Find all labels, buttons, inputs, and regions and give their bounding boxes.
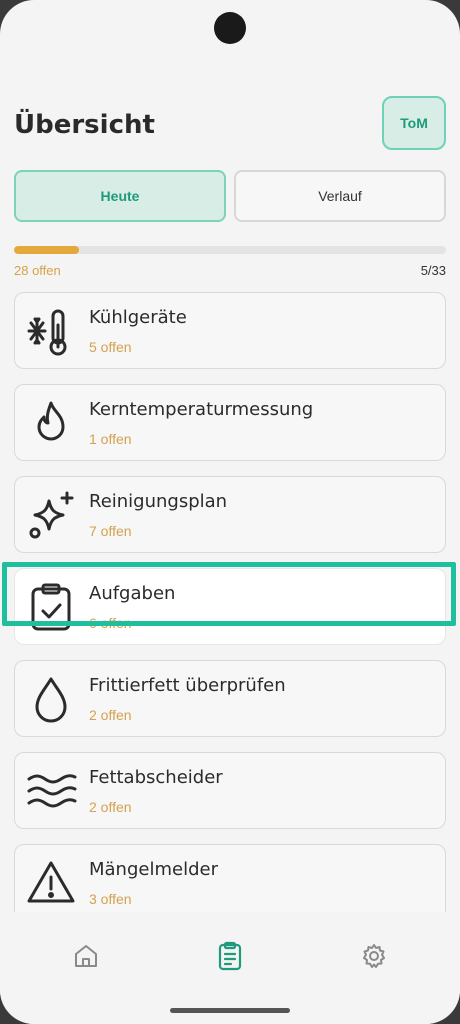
list-item-maengelmelder[interactable]: Mängelmelder 3 offen [14,844,446,921]
tab-verlauf[interactable]: Verlauf [234,170,446,222]
nav-tasks[interactable] [210,936,250,976]
item-label: Frittierfett überprüfen [89,675,286,696]
list-item-frittierfett[interactable]: Frittierfett überprüfen 2 offen [14,660,446,737]
list-item-kuehlgeraete[interactable]: Kühlgeräte 5 offen [14,292,446,369]
item-count: 3 offen [89,891,132,907]
phone-screen: Übersicht ToM Heute Verlauf 28 offen 5/3… [0,0,460,1024]
item-count: 7 offen [89,523,132,539]
list-item-aufgaben[interactable]: Aufgaben 6 offen [14,568,446,645]
gear-icon [363,944,385,968]
list-item-kerntemperaturmessung[interactable]: Kerntemperaturmessung 1 offen [14,384,446,461]
camera-cutout [214,12,246,44]
flame-icon [25,397,77,449]
page-title: Übersicht [14,110,155,140]
item-count: 5 offen [89,339,132,355]
nav-settings[interactable] [354,936,394,976]
open-count: 28 offen [14,263,61,278]
tab-heute[interactable]: Heute [14,170,226,222]
item-label: Mängelmelder [89,859,218,880]
profile-avatar-button[interactable]: ToM [382,96,446,150]
list-item-reinigungsplan[interactable]: Reinigungsplan 7 offen [14,476,446,553]
header: Übersicht ToM [14,96,446,152]
warning-icon [25,857,77,909]
progress-fill [14,246,80,254]
sparkle-icon [25,489,77,541]
item-label: Fettabscheider [89,767,223,788]
item-count: 6 offen [89,615,132,631]
waves-icon [25,765,77,817]
home-indicator [170,1008,290,1013]
list-item-fettabscheider[interactable]: Fettabscheider 2 offen [14,752,446,829]
completed-ratio: 5/33 [420,263,446,278]
item-label: Kühlgeräte [89,307,187,328]
item-count: 2 offen [89,799,132,815]
item-label: Reinigungsplan [89,491,228,512]
nav-home[interactable] [66,936,106,976]
fridge-thermometer-icon [25,305,77,357]
item-label: Kerntemperaturmessung [89,399,314,420]
home-icon [75,945,97,967]
item-label: Aufgaben [89,583,176,604]
tab-bar: Heute Verlauf [14,170,446,222]
item-count: 2 offen [89,707,132,723]
clipboard-check-icon [25,581,77,633]
item-count: 1 offen [89,431,132,447]
progress-bar [14,246,446,254]
clipboard-list-icon [218,941,242,971]
drop-icon [25,673,77,725]
